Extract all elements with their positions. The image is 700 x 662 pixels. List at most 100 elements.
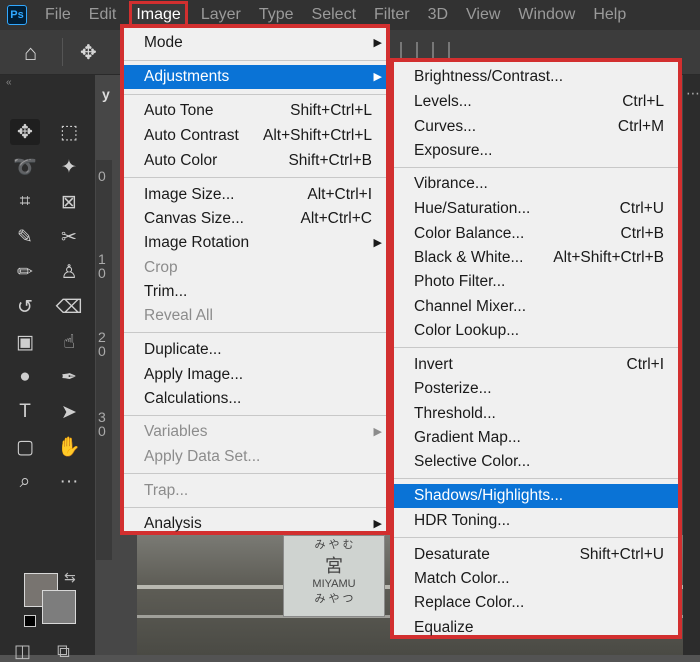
- menu-item-desaturate[interactable]: Desaturate Shift+Ctrl+U: [394, 543, 678, 567]
- menu-divider: [124, 177, 386, 178]
- menu-item-label: Hue/Saturation...: [414, 200, 531, 217]
- menu-item-shadows-highlights[interactable]: Shadows/Highlights...: [394, 484, 678, 508]
- menu-item-selective-color[interactable]: Selective Color...: [394, 450, 678, 474]
- menu-item-curves[interactable]: Curves... Ctrl+M: [394, 115, 678, 139]
- menu-item-apply-image[interactable]: Apply Image...: [124, 363, 386, 387]
- menu-view[interactable]: View: [457, 0, 509, 30]
- station-sign: み や む 宮 MIYAMU み や つ: [283, 535, 385, 617]
- menu-item-levels[interactable]: Levels... Ctrl+L: [394, 90, 678, 114]
- menu-item-label: Duplicate...: [144, 341, 222, 358]
- menu-item-equalize[interactable]: Equalize: [394, 616, 678, 640]
- dodge-tool-icon[interactable]: ●: [10, 364, 40, 390]
- tools-panel: « ✥ ⬚ ➰ ✦ ⌗ ⊠ ✎ ✂ ✏ ♙ ↺ ⌫ ▣ ☝ ● ✒ T ➤ ▢ …: [0, 75, 95, 661]
- menu-item-color-balance[interactable]: Color Balance... Ctrl+B: [394, 222, 678, 246]
- shape-tool-icon[interactable]: ▢: [10, 434, 40, 460]
- screen-mode-icon[interactable]: ⧉: [57, 641, 70, 662]
- menu-item-apply-data-set: Apply Data Set...: [124, 445, 386, 469]
- stamp-tool-icon[interactable]: ♙: [54, 259, 84, 285]
- swap-colors-icon[interactable]: ⇆: [64, 569, 76, 586]
- gradient-tool-icon[interactable]: ▣: [10, 329, 40, 355]
- menu-item-auto-color[interactable]: Auto Color Shift+Ctrl+B: [124, 149, 386, 173]
- crop-tool-icon[interactable]: ⌗: [10, 189, 40, 215]
- menu-item-label: HDR Toning...: [414, 512, 511, 529]
- menu-item-label: Vibrance...: [414, 175, 488, 192]
- menu-item-analysis[interactable]: Analysis ▶: [124, 512, 386, 536]
- menu-item-hdr-toning[interactable]: HDR Toning...: [394, 509, 678, 533]
- lasso-tool-icon[interactable]: ➰: [10, 154, 40, 180]
- menu-item-label: Analysis: [144, 515, 202, 532]
- photoshop-logo: Ps: [7, 5, 27, 25]
- menu-item-adjustments[interactable]: Adjustments ▶: [124, 65, 386, 89]
- menu-item-brightness-contrast[interactable]: Brightness/Contrast...: [394, 65, 678, 89]
- menu-edit[interactable]: Edit: [80, 0, 126, 30]
- menu-item-black-white[interactable]: Black & White... Alt+Shift+Ctrl+B: [394, 246, 678, 270]
- menu-item-image-size[interactable]: Image Size... Alt+Ctrl+I: [124, 183, 386, 207]
- menu-3d[interactable]: 3D: [419, 0, 457, 30]
- menu-window[interactable]: Window: [509, 0, 584, 30]
- menu-item-auto-contrast[interactable]: Auto Contrast Alt+Shift+Ctrl+L: [124, 124, 386, 148]
- menu-file[interactable]: File: [36, 0, 80, 30]
- document-tab[interactable]: y: [102, 86, 110, 102]
- quick-mask-icon[interactable]: ◫: [14, 641, 31, 662]
- menu-item-exposure[interactable]: Exposure...: [394, 139, 678, 163]
- menu-item-vibrance[interactable]: Vibrance...: [394, 172, 678, 196]
- menu-item-posterize[interactable]: Posterize...: [394, 377, 678, 401]
- menu-divider: [394, 478, 678, 479]
- menu-item-auto-tone[interactable]: Auto Tone Shift+Ctrl+L: [124, 99, 386, 123]
- menu-item-replace-color[interactable]: Replace Color...: [394, 591, 678, 615]
- brush-tool-icon[interactable]: ✏: [10, 259, 40, 285]
- menu-item-match-color[interactable]: Match Color...: [394, 567, 678, 591]
- menu-item-label: Apply Data Set...: [144, 448, 261, 465]
- image-menu: Mode ▶ Adjustments ▶ Auto Tone Shift+Ctr…: [120, 24, 390, 535]
- more-tools-icon[interactable]: ···: [54, 469, 84, 495]
- ruler-label: 3 0: [98, 409, 106, 439]
- menu-item-shortcut: Ctrl+B: [620, 225, 665, 242]
- default-colors-icon[interactable]: [24, 615, 36, 627]
- smudge-tool-icon[interactable]: ☝: [54, 329, 84, 355]
- background-color-swatch[interactable]: [42, 590, 76, 624]
- menu-divider: [124, 332, 386, 333]
- menu-item-trim[interactable]: Trim...: [124, 280, 386, 304]
- menu-item-label: Trap...: [144, 482, 189, 499]
- menu-item-shortcut: Shift+Ctrl+L: [290, 102, 372, 119]
- move-tool-icon[interactable]: ✥: [10, 119, 40, 145]
- menu-item-photo-filter[interactable]: Photo Filter...: [394, 270, 678, 294]
- history-brush-tool-icon[interactable]: ↺: [10, 294, 40, 320]
- menu-item-channel-mixer[interactable]: Channel Mixer...: [394, 295, 678, 319]
- healing-tool-icon[interactable]: ✂: [54, 224, 84, 250]
- move-icon[interactable]: ✥: [80, 40, 97, 65]
- frame-tool-icon[interactable]: ⊠: [54, 189, 84, 215]
- menu-item-threshold[interactable]: Threshold...: [394, 402, 678, 426]
- panel-icon[interactable]: ⋯: [686, 85, 700, 102]
- menu-item-label: Image Size...: [144, 186, 235, 203]
- hand-tool-icon[interactable]: ✋: [54, 434, 84, 460]
- marquee-tool-icon[interactable]: ⬚: [54, 119, 84, 145]
- collapse-icon[interactable]: «: [6, 77, 12, 88]
- menu-item-invert[interactable]: Invert Ctrl+I: [394, 353, 678, 377]
- eraser-tool-icon[interactable]: ⌫: [54, 294, 84, 320]
- menu-item-calculations[interactable]: Calculations...: [124, 387, 386, 411]
- menu-item-color-lookup[interactable]: Color Lookup...: [394, 319, 678, 343]
- menu-item-label: Color Lookup...: [414, 322, 520, 339]
- menu-item-hue-saturation[interactable]: Hue/Saturation... Ctrl+U: [394, 197, 678, 221]
- menu-item-label: Reveal All: [144, 307, 213, 324]
- type-tool-icon[interactable]: T: [10, 399, 40, 425]
- menu-item-label: Mode: [144, 34, 183, 51]
- pen-tool-icon[interactable]: ✒: [54, 364, 84, 390]
- menu-item-label: Calculations...: [144, 390, 242, 407]
- submenu-arrow-icon: ▶: [373, 37, 382, 49]
- zoom-tool-icon[interactable]: ⌕: [10, 469, 40, 495]
- menu-help[interactable]: Help: [584, 0, 635, 30]
- eyedropper-tool-icon[interactable]: ✎: [10, 224, 40, 250]
- menu-item-image-rotation[interactable]: Image Rotation ▶: [124, 231, 386, 255]
- menu-item-duplicate[interactable]: Duplicate...: [124, 338, 386, 362]
- menu-item-canvas-size[interactable]: Canvas Size... Alt+Ctrl+C: [124, 207, 386, 231]
- menu-item-gradient-map[interactable]: Gradient Map...: [394, 426, 678, 450]
- menu-item-mode[interactable]: Mode ▶: [124, 31, 386, 55]
- menu-divider: [124, 415, 386, 416]
- menu-item-shortcut: Ctrl+U: [619, 200, 664, 217]
- path-select-tool-icon[interactable]: ➤: [54, 399, 84, 425]
- home-icon[interactable]: ⌂: [24, 40, 37, 66]
- magic-wand-tool-icon[interactable]: ✦: [54, 154, 84, 180]
- menu-item-variables: Variables ▶: [124, 420, 386, 444]
